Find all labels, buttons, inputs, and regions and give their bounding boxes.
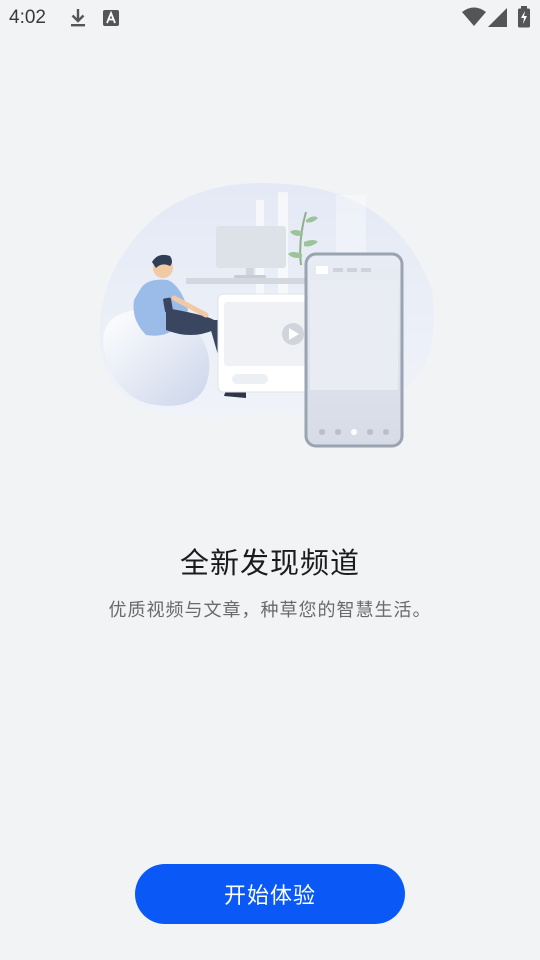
download-icon — [71, 9, 85, 27]
battery-charging-icon — [518, 6, 530, 28]
wifi-icon — [462, 7, 486, 26]
a-icon — [103, 10, 119, 26]
discovery-illustration — [99, 183, 434, 448]
start-experience-button[interactable]: 开始体验 — [135, 864, 405, 924]
status-time: 4:02 — [9, 7, 46, 28]
onboarding-screen: 4:02 全新发现频道 优质视频与文章，种草您的智慧生活。 开始体验 — [0, 0, 540, 960]
page-subtitle: 优质视频与文章，种草您的智慧生活。 — [108, 600, 432, 621]
page-title: 全新发现频道 — [179, 546, 360, 580]
status-bar: 4:02 — [0, 0, 540, 36]
signal-icon — [488, 8, 507, 27]
